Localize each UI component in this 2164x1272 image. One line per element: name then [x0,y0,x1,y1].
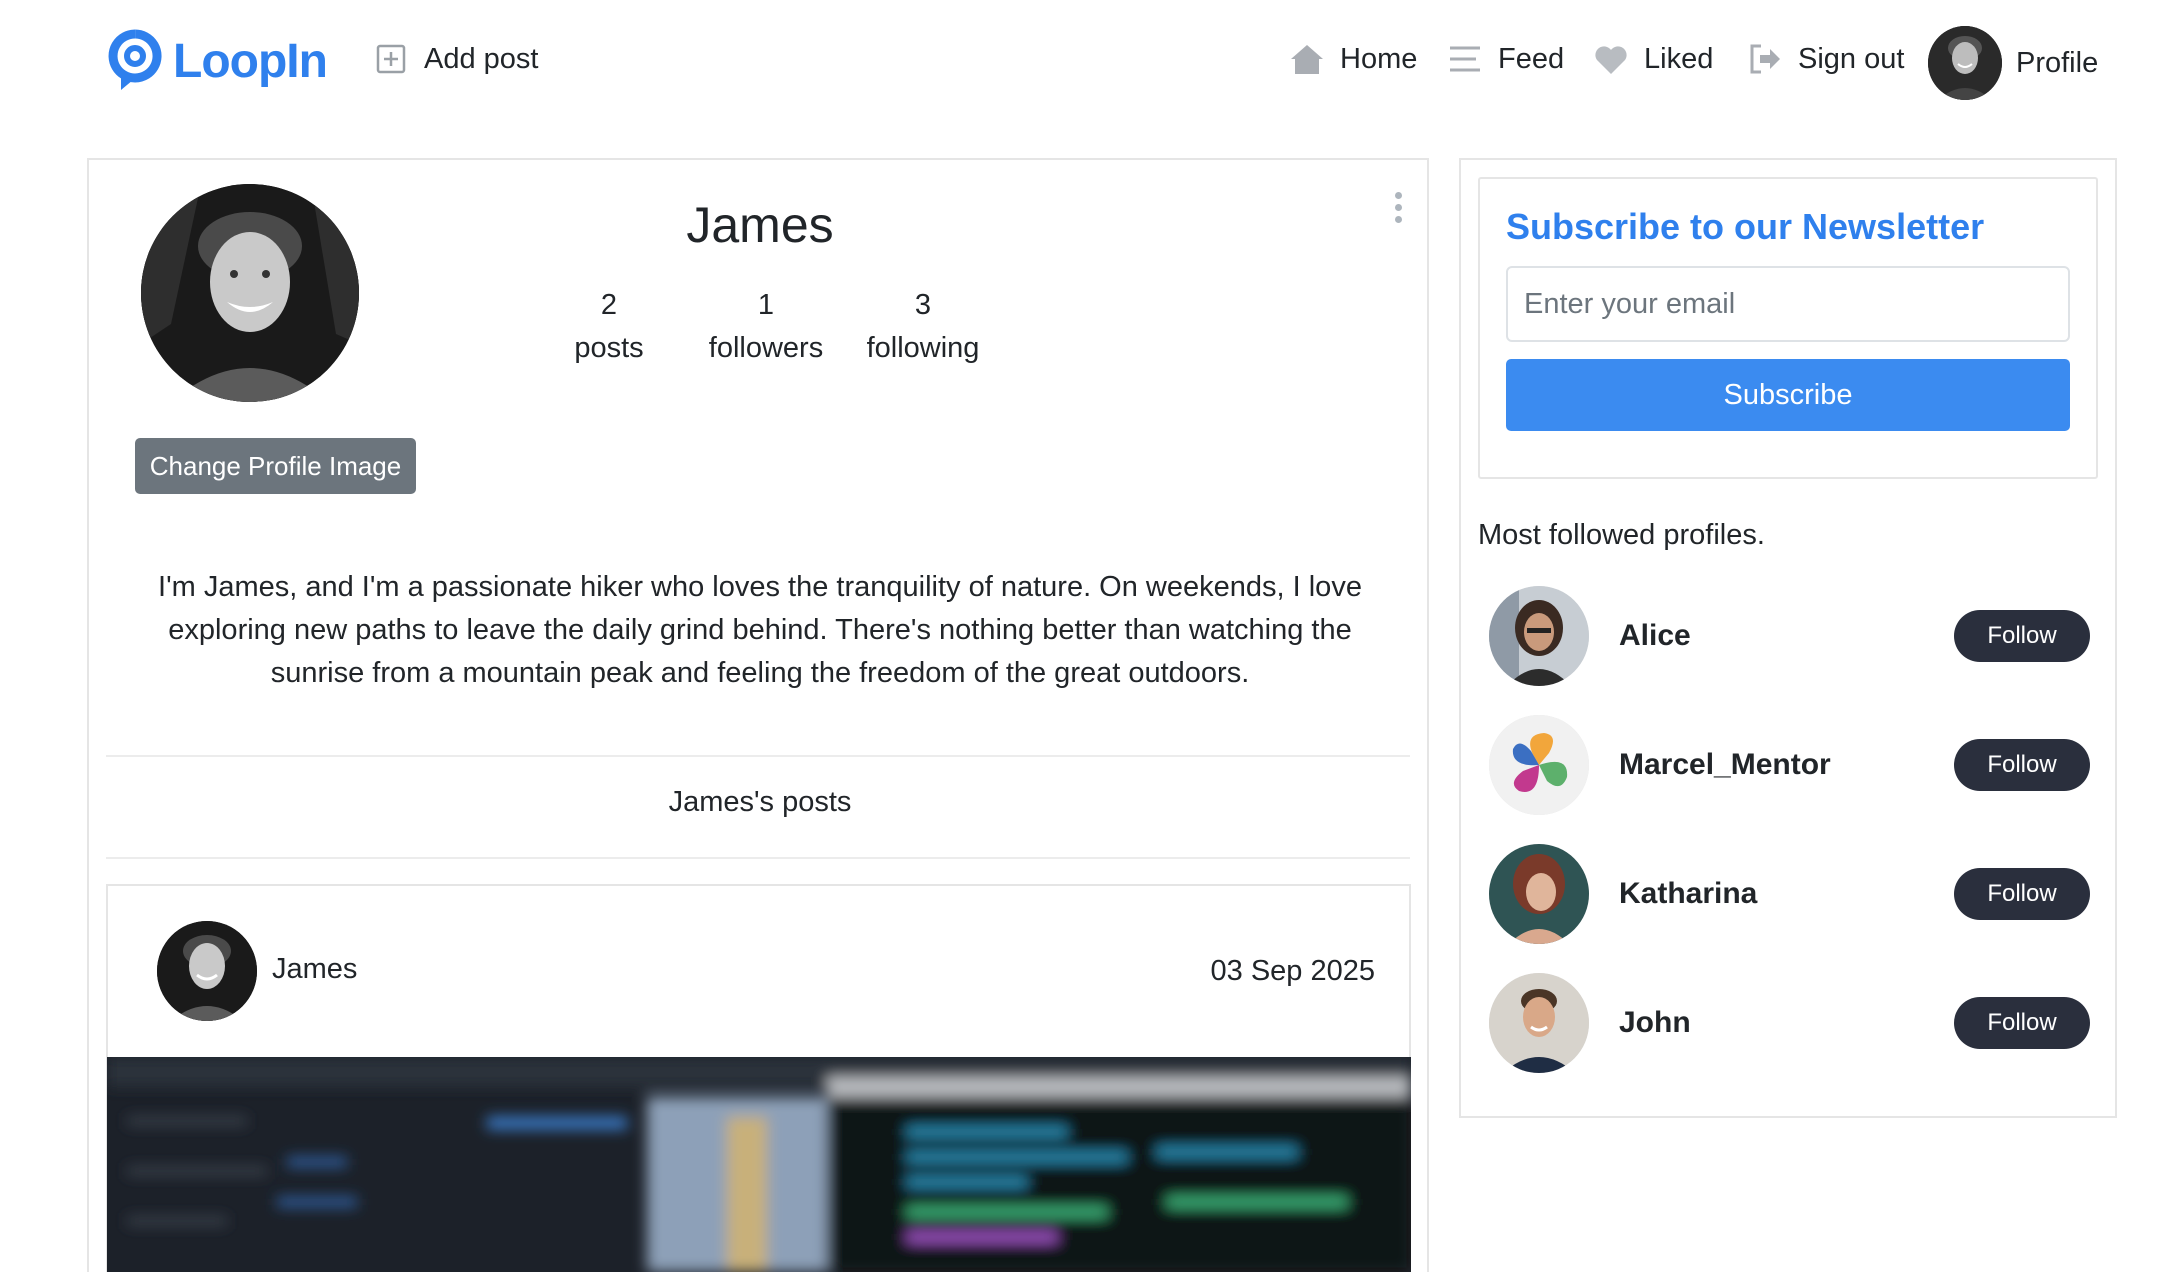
user-photo-icon [141,184,359,402]
divider [106,755,1410,757]
post-author-name[interactable]: James [272,953,357,986]
follow-button[interactable]: Follow [1954,610,2090,662]
nav-feed-label: Feed [1498,42,1565,75]
add-post-label: Add post [424,42,539,75]
follow-button[interactable]: Follow [1954,997,2090,1049]
add-post-link[interactable]: Add post [372,40,538,78]
suggestion-row: Katharina Follow [1489,844,2094,946]
suggestion-row: John Follow [1489,973,2094,1075]
stat-value: 3 [914,289,932,321]
loop-logo-icon [108,29,162,90]
suggestion-row: Marcel_Mentor Follow [1489,715,2094,817]
nav-signout-link[interactable]: Sign out [1746,40,1904,78]
suggestion-avatar[interactable] [1489,586,1589,686]
top-navbar: LoopIn Add post Home Feed Liked Sign out [0,0,2164,125]
swirl-logo-icon [1489,715,1589,815]
nav-liked-link[interactable]: Liked [1592,40,1713,78]
post-author-avatar[interactable] [157,921,257,1021]
post-date: 03 Sep 2025 [1210,955,1375,987]
suggestion-name[interactable]: Alice [1619,619,1691,653]
suggestion-row: Alice Follow [1489,586,2094,688]
suggestion-name[interactable]: Marcel_Mentor [1619,748,1831,782]
user-photo-icon [1489,586,1589,686]
plus-square-icon [376,44,406,74]
nav-profile-link[interactable]: Profile [1928,26,2098,100]
suggestion-name[interactable]: John [1619,1006,1691,1040]
sign-out-icon [1750,44,1780,74]
more-options-icon[interactable] [1390,192,1406,228]
suggestion-avatar[interactable] [1489,844,1589,944]
nav-home-label: Home [1340,42,1418,75]
user-photo-icon [1928,26,2002,100]
follow-button[interactable]: Follow [1954,739,2090,791]
stat-label: following [866,332,980,364]
subscribe-button[interactable]: Subscribe [1506,359,2070,431]
code-screen-photo [107,1057,1411,1272]
suggestion-name[interactable]: Katharina [1619,877,1757,911]
heart-icon [1595,46,1627,74]
nav-avatar [1928,26,2002,100]
user-photo-icon [157,921,257,1021]
divider [106,857,1410,859]
nav-home-link[interactable]: Home [1288,40,1417,78]
brand-logo-link[interactable]: LoopIn [105,28,328,94]
profile-bio: I'm James, and I'm a passionate hiker wh… [158,571,1362,689]
brand-name: LoopIn [173,34,328,88]
stat-following[interactable]: 3 following [823,284,1023,370]
newsletter-title: Subscribe to our Newsletter [1506,206,1985,247]
post-image[interactable] [107,1057,1411,1272]
profile-avatar [141,184,359,402]
posts-heading: James's posts [668,786,852,818]
user-photo-icon [1489,973,1589,1073]
suggestion-avatar[interactable] [1489,715,1589,815]
user-photo-icon [1489,844,1589,944]
nav-liked-label: Liked [1644,42,1714,75]
newsletter-email-input[interactable] [1506,266,2070,342]
follow-button[interactable]: Follow [1954,868,2090,920]
nav-feed-link[interactable]: Feed [1446,40,1564,78]
nav-profile-label: Profile [2016,46,2099,79]
nav-signout-label: Sign out [1798,42,1905,75]
menu-lines-icon [1450,46,1480,72]
most-followed-heading: Most followed profiles. [1478,519,1765,551]
suggestion-avatar[interactable] [1489,973,1589,1073]
home-icon [1291,45,1323,74]
profile-name: James [686,197,834,253]
change-profile-image-button[interactable]: Change Profile Image [135,438,416,494]
